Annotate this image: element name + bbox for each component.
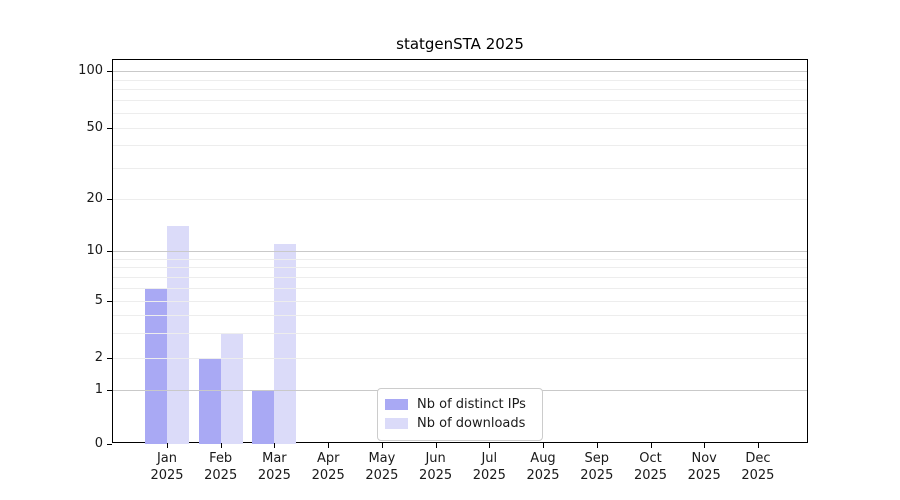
x-tick-mark (597, 443, 598, 448)
y-tick-mark (107, 358, 112, 359)
y-tick-mark (107, 251, 112, 252)
bar-downloads (221, 333, 243, 444)
y-tick-mark (107, 199, 112, 200)
y-tick-label: 50 (49, 120, 103, 136)
legend-label: Nb of distinct IPs (417, 397, 526, 412)
x-tick-mark (704, 443, 705, 448)
bar-distinct-ips (145, 288, 167, 444)
y-tick-mark (107, 71, 112, 72)
x-tick-year: 2025 (718, 467, 798, 484)
x-tick-mark (651, 443, 652, 448)
y-tick-label: 0 (49, 436, 103, 452)
gridline-minor (113, 333, 807, 334)
x-tick-mark (274, 443, 275, 448)
gridline-minor (113, 301, 807, 302)
legend-swatch (385, 418, 408, 429)
bar-distinct-ips (199, 358, 221, 444)
gridline-minor (113, 89, 807, 90)
y-tick-mark (107, 390, 112, 391)
gridline-minor (113, 315, 807, 316)
figure: statgenSTA 2025 1005020105210Jan2025Feb2… (0, 0, 900, 500)
y-tick-label: 100 (49, 63, 103, 79)
gridline-minor (113, 100, 807, 101)
chart-title: statgenSTA 2025 (112, 35, 808, 53)
x-tick-mark (167, 443, 168, 448)
x-tick-mark (758, 443, 759, 448)
gridline-minor (113, 259, 807, 260)
x-tick-mark (382, 443, 383, 448)
legend-row: Nb of downloads (385, 414, 532, 433)
x-tick-mark (489, 443, 490, 448)
y-tick-label: 2 (49, 350, 103, 366)
plot-area: 1005020105210Jan2025Feb2025Mar2025Apr202… (112, 59, 808, 443)
gridline-minor (113, 145, 807, 146)
x-tick-mark (221, 443, 222, 448)
legend: Nb of distinct IPs Nb of downloads (377, 388, 543, 441)
gridline-major (113, 251, 807, 252)
legend-swatch (385, 399, 408, 410)
gridline-minor (113, 277, 807, 278)
y-tick-label: 20 (49, 191, 103, 207)
gridline-minor (113, 113, 807, 114)
y-tick-mark (107, 128, 112, 129)
x-tick-mark (436, 443, 437, 448)
gridline-minor (113, 288, 807, 289)
x-tick-label: Dec2025 (718, 450, 798, 484)
x-tick-mark (328, 443, 329, 448)
y-tick-label: 1 (49, 382, 103, 398)
x-tick-month: Dec (718, 450, 798, 467)
bar-downloads (274, 244, 296, 444)
y-tick-mark (107, 301, 112, 302)
gridline-minor (113, 128, 807, 129)
y-tick-label: 10 (49, 243, 103, 259)
gridline-major (113, 71, 807, 72)
legend-label: Nb of downloads (417, 416, 525, 431)
x-tick-mark (543, 443, 544, 448)
gridline-minor (113, 358, 807, 359)
gridline-minor (113, 80, 807, 81)
bar-distinct-ips (252, 390, 274, 444)
gridline-minor (113, 267, 807, 268)
legend-row: Nb of distinct IPs (385, 395, 532, 414)
y-tick-mark (107, 444, 112, 445)
gridline-minor (113, 168, 807, 169)
y-tick-label: 5 (49, 293, 103, 309)
gridline-minor (113, 199, 807, 200)
